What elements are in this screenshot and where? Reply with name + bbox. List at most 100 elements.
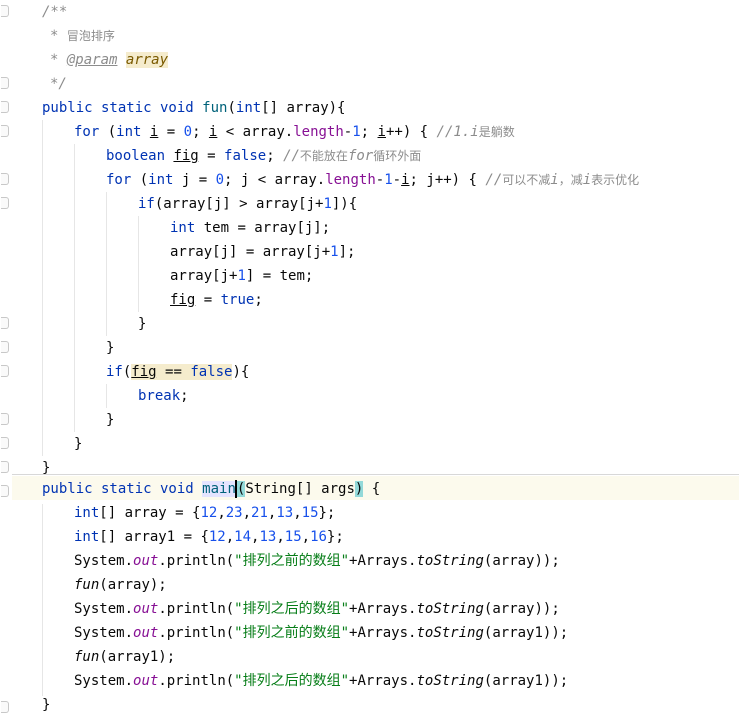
fold-marker-icon[interactable]: [1, 437, 9, 449]
code-text: ;: [360, 124, 378, 140]
code-text: ];: [338, 244, 356, 260]
code-line[interactable]: System.out.println("排列之后的数组"+Arrays.toSt…: [74, 597, 560, 621]
code-text: [] array1 = {: [99, 529, 209, 545]
static-field: out: [133, 673, 159, 689]
fold-marker-icon[interactable]: [1, 5, 9, 17]
code-text: ] = tem;: [245, 268, 314, 284]
code-line[interactable]: public static void main(String[] args) {: [42, 477, 380, 501]
keyword: if: [106, 364, 123, 380]
keyword: true: [220, 292, 255, 308]
fold-marker-icon[interactable]: [1, 197, 9, 209]
doc-comment-star: *: [50, 52, 59, 68]
comment: 可以不减: [502, 173, 551, 187]
code-line[interactable]: }: [138, 312, 146, 336]
code-line[interactable]: for (int i = 0; i < array.length-1; i++)…: [74, 120, 515, 144]
code-text: .println(: [158, 601, 235, 617]
comma: ,: [242, 505, 252, 521]
code-text: ==: [156, 364, 191, 380]
comment: //: [283, 148, 300, 164]
string-literal: "排列之前的数组": [234, 625, 350, 641]
code-line[interactable]: */: [50, 72, 67, 96]
code-line[interactable]: public static void fun(int[] array){: [42, 96, 345, 120]
code-editor[interactable]: /** * 冒泡排序 * @param array */ public stat…: [0, 0, 739, 716]
code-line[interactable]: }: [74, 432, 82, 456]
code-text: array[j] = array[j+: [170, 244, 331, 260]
code-text: =: [198, 148, 225, 164]
fold-marker-icon[interactable]: [1, 485, 9, 497]
fold-marker-icon[interactable]: [1, 125, 9, 137]
fold-marker-icon[interactable]: [1, 317, 9, 329]
doc-param-name: array: [125, 52, 169, 68]
code-line[interactable]: }: [42, 693, 50, 717]
code-line[interactable]: for (int j = 0; j < array.length-1-i; j+…: [106, 168, 639, 192]
number: 1: [352, 124, 361, 140]
code-line[interactable]: if(array[j] > array[j+1]){: [138, 192, 357, 216]
code-line[interactable]: * @param array: [50, 48, 169, 72]
indent-guide: [106, 384, 107, 408]
method-name: fun: [202, 100, 228, 116]
code-line[interactable]: fig = true;: [170, 288, 263, 312]
fold-marker-icon[interactable]: [1, 461, 9, 473]
code-line[interactable]: boolean fig = false; //不能放在for循环外面: [106, 144, 421, 168]
code-text: ++) {: [385, 124, 437, 140]
code-text: ; j++) {: [409, 172, 486, 188]
closing-brace: }: [138, 316, 147, 332]
fold-marker-icon[interactable]: [1, 101, 9, 113]
code-text: +Arrays.: [349, 673, 417, 689]
doc-comment-end: */: [50, 76, 67, 92]
field: length: [293, 124, 344, 140]
code-text: ;: [192, 124, 209, 140]
gutter[interactable]: [0, 0, 12, 716]
code-line[interactable]: if(fig == false){: [106, 360, 249, 384]
code-text: ;: [254, 292, 263, 308]
code-text: (array1));: [483, 673, 569, 689]
variable: fig: [131, 364, 157, 380]
closing-brace: }: [42, 460, 51, 476]
comment: 循环外面: [373, 149, 422, 163]
keyword: boolean: [106, 148, 166, 164]
fold-marker-icon[interactable]: [1, 341, 9, 353]
code-text: };: [318, 505, 336, 521]
static-field: out: [133, 625, 159, 641]
code-line[interactable]: fun(array1);: [74, 645, 175, 669]
code-text: tem = array[j];: [195, 220, 331, 236]
doc-param-tag: @param: [66, 52, 118, 68]
fold-marker-icon[interactable]: [1, 365, 9, 377]
fold-marker-icon[interactable]: [1, 413, 9, 425]
closing-brace: }: [106, 412, 115, 428]
doc-comment-start: /**: [42, 4, 68, 20]
code-line[interactable]: System.out.println("排列之后的数组"+Arrays.toSt…: [74, 669, 568, 693]
number: 21: [251, 505, 268, 521]
keyword: if: [138, 196, 155, 212]
fold-marker-icon[interactable]: [1, 77, 9, 89]
keyword: int: [74, 529, 100, 545]
number: 14: [234, 529, 252, 545]
code-text: -: [375, 172, 385, 188]
keyword: false: [224, 148, 267, 164]
code-line[interactable]: System.out.println("排列之前的数组"+Arrays.toSt…: [74, 549, 560, 573]
code-line[interactable]: }: [106, 336, 114, 360]
code-text: ){: [232, 364, 250, 380]
code-line[interactable]: }: [106, 408, 114, 432]
comment: //: [485, 172, 503, 188]
code-line[interactable]: break;: [138, 384, 189, 408]
comma: ,: [276, 529, 285, 545]
number: 12: [200, 505, 218, 521]
code-line[interactable]: System.out.println("排列之前的数组"+Arrays.toSt…: [74, 621, 568, 645]
code-line[interactable]: array[j] = array[j+1];: [170, 240, 355, 264]
code-text: ]){: [331, 196, 358, 212]
code-text: array[j+: [170, 268, 238, 284]
code-line[interactable]: int[] array1 = {12,14,13,15,16};: [74, 525, 344, 549]
string-literal: "排列之后的数组": [234, 673, 350, 689]
code-text: +Arrays.: [349, 553, 417, 569]
fold-marker-icon[interactable]: [1, 173, 9, 185]
code-line[interactable]: /**: [42, 0, 67, 24]
code-text: System.: [74, 625, 134, 641]
code-line[interactable]: int[] array = {12,23,21,13,15};: [74, 501, 335, 525]
code-line[interactable]: int tem = array[j];: [170, 216, 330, 240]
code-line[interactable]: array[j+1] = tem;: [170, 264, 313, 288]
comment: ，减: [558, 173, 583, 187]
code-line[interactable]: * 冒泡排序: [50, 24, 115, 48]
code-line[interactable]: fun(array);: [74, 573, 167, 597]
fold-marker-icon[interactable]: [1, 701, 9, 713]
